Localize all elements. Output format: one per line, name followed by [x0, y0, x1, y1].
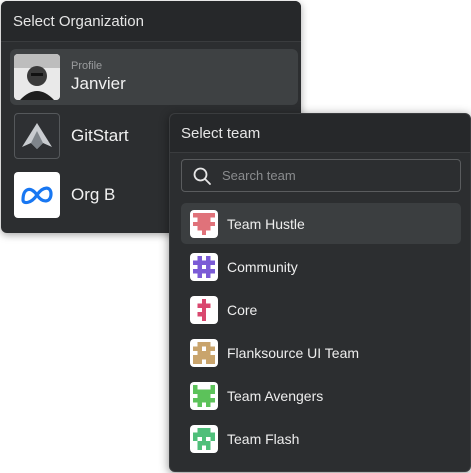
team-search-box[interactable]: [181, 159, 461, 192]
user-avatar: [14, 54, 60, 100]
team-panel-title: Select team: [170, 114, 470, 153]
community-avatar-icon: [190, 252, 218, 281]
org-item-label: Org B: [71, 185, 116, 204]
org-item-label: Janvier: [71, 74, 126, 93]
team-item-team-avengers[interactable]: Team Avengers: [181, 375, 461, 416]
team-item-label: Team Flash: [227, 430, 300, 447]
team-flash-avatar-icon: [190, 424, 218, 453]
organization-panel-title: Select Organization: [1, 1, 301, 42]
team-hustle-avatar-icon: [190, 209, 218, 238]
team-item-label: Flanksource UI Team: [227, 344, 360, 361]
org-item-janvier[interactable]: Profile Janvier: [10, 49, 298, 105]
profile-photo-icon: [14, 54, 60, 100]
team-item-label: Team Avengers: [227, 387, 324, 404]
team-item-flanksource-ui-team[interactable]: Flanksource UI Team: [181, 332, 461, 373]
org-item-subtitle: Profile: [71, 60, 103, 72]
team-item-community[interactable]: Community: [181, 246, 461, 287]
meta-logo-icon: [14, 172, 60, 218]
search-icon: [193, 167, 211, 185]
team-item-core[interactable]: Core: [181, 289, 461, 330]
team-item-label: Community: [227, 258, 298, 275]
team-avengers-avatar-icon: [190, 381, 218, 410]
core-avatar-icon: [190, 295, 218, 324]
search-input[interactable]: [220, 167, 444, 184]
team-item-label: Core: [227, 301, 258, 318]
org-item-label: GitStart: [71, 126, 129, 145]
gitstart-logo-icon: [14, 113, 60, 159]
team-item-team-hustle[interactable]: Team Hustle: [181, 203, 461, 244]
team-panel: Select team Team Hustle: [169, 113, 471, 472]
flanksource-avatar-icon: [190, 338, 218, 367]
team-item-label: Team Hustle: [227, 215, 305, 232]
team-item-team-flash[interactable]: Team Flash: [181, 418, 461, 459]
